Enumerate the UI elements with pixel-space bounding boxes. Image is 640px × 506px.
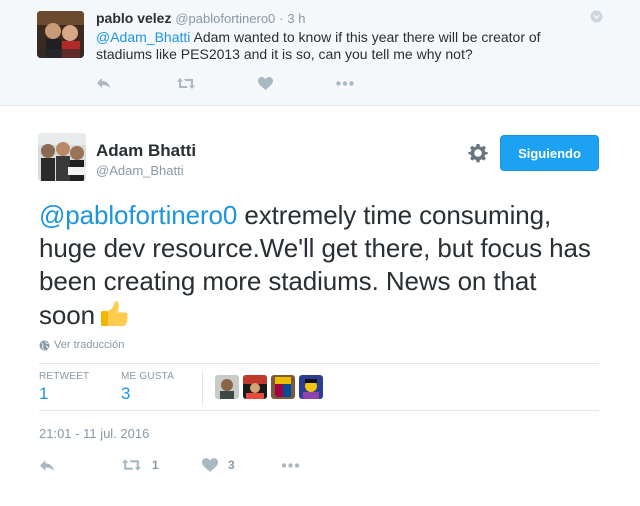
liker-avatar[interactable] — [299, 375, 323, 399]
liker-avatar[interactable] — [215, 375, 239, 399]
retweet-stat[interactable]: RETWEET 1 — [39, 371, 89, 404]
tweet-timestamp[interactable]: 21:01 - 11 jul. 2016 — [39, 426, 149, 441]
retweet-action[interactable]: 1 — [121, 457, 159, 473]
likes-stat[interactable]: ME GUSTA 3 — [121, 371, 174, 404]
parent-time[interactable]: 3 h — [287, 11, 305, 26]
main-tweet-text: @pablofortinero0 extremely time consumin… — [39, 199, 599, 336]
translate-link[interactable]: Ver traducción — [39, 339, 124, 351]
parent-fullname[interactable]: pablo velez — [96, 10, 171, 26]
main-avatar[interactable] — [38, 133, 86, 181]
following-button[interactable]: Siguiendo — [500, 135, 599, 171]
tweet-stats: RETWEET 1 ME GUSTA 3 — [39, 363, 599, 411]
parent-tweet[interactable]: pablo velez @pablofortinero0 · 3 h @Adam… — [0, 0, 640, 106]
gear-icon[interactable] — [468, 143, 488, 163]
parent-avatar[interactable] — [37, 11, 84, 58]
liker-avatars — [215, 375, 327, 399]
parent-tweet-text: @Adam_Bhatti Adam wanted to know if this… — [96, 29, 566, 63]
likes-stat-count: 3 — [121, 384, 131, 403]
main-fullname[interactable]: Adam Bhatti — [96, 141, 196, 161]
liker-avatar[interactable] — [271, 375, 295, 399]
retweet-stat-label: RETWEET — [39, 371, 90, 382]
reply-icon[interactable] — [96, 75, 111, 91]
parent-separator: · — [279, 11, 284, 26]
retweet-stat-count: 1 — [39, 384, 49, 403]
reply-icon[interactable] — [39, 457, 55, 473]
caret-down-icon[interactable] — [590, 10, 603, 23]
thumbs-up-emoji — [99, 298, 129, 336]
parent-screenname[interactable]: @pablofortinero0 — [175, 11, 275, 26]
parent-name-line: pablo velez @pablofortinero0 · 3 h — [96, 10, 306, 27]
like-icon — [202, 458, 218, 472]
more-icon[interactable] — [281, 457, 300, 473]
retweet-icon — [122, 459, 141, 471]
retweet-count: 1 — [152, 458, 159, 472]
stats-divider — [202, 370, 203, 406]
main-screenname[interactable]: @Adam_Bhatti — [96, 163, 184, 179]
likes-stat-label: ME GUSTA — [121, 371, 175, 382]
retweet-icon[interactable] — [176, 75, 196, 91]
translate-label: Ver traducción — [54, 339, 125, 351]
more-icon[interactable] — [336, 75, 354, 91]
like-icon[interactable] — [258, 75, 273, 91]
globe-icon — [39, 340, 50, 350]
like-action[interactable]: 3 — [202, 457, 235, 473]
liker-avatar[interactable] — [243, 375, 267, 399]
parent-mention-link[interactable]: @Adam_Bhatti — [96, 29, 190, 45]
like-count: 3 — [228, 458, 235, 472]
main-mention-link[interactable]: @pablofortinero0 — [39, 200, 237, 230]
